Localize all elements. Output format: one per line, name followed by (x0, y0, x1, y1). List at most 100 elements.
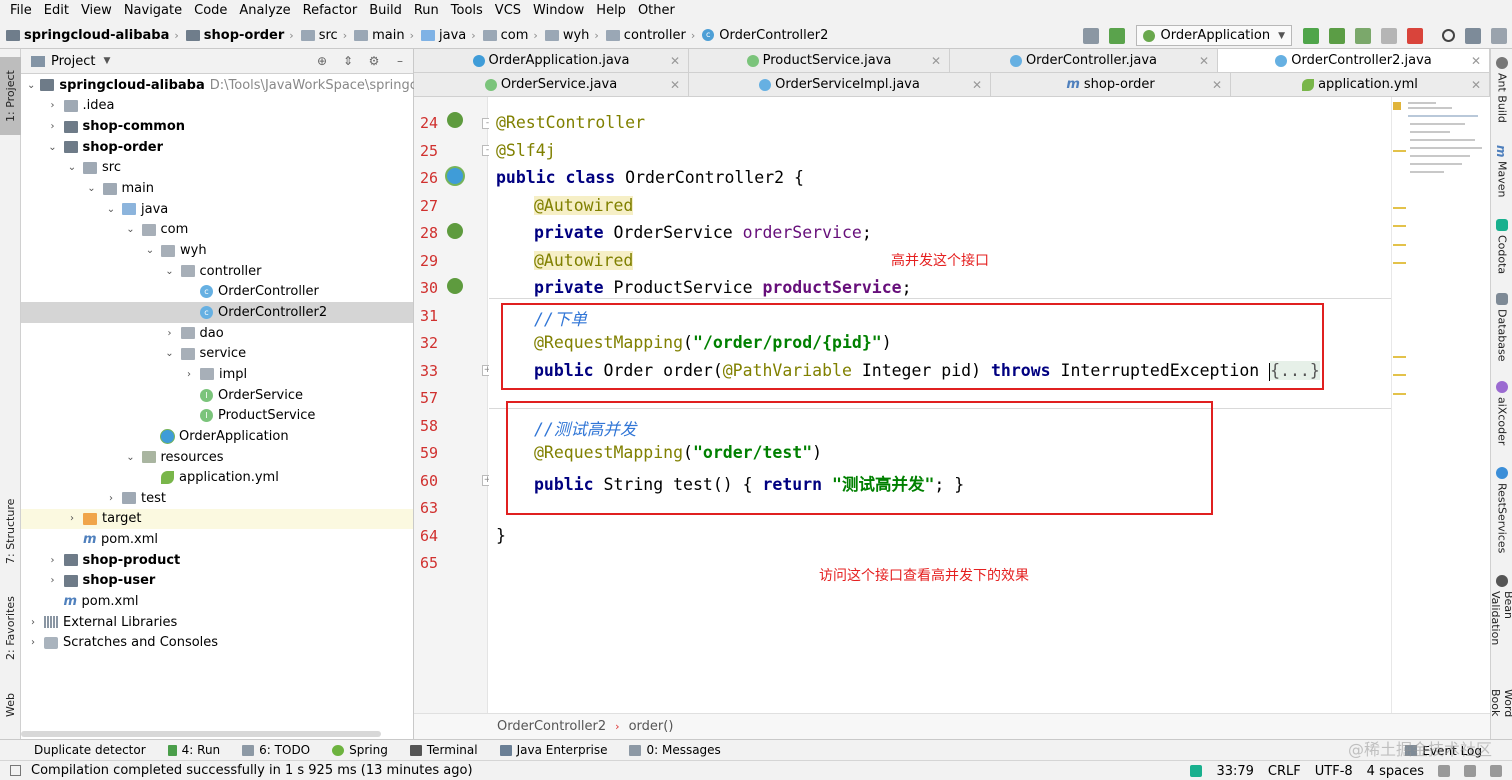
tool-tab-aixcoder[interactable]: aiXcoder (1491, 381, 1512, 451)
tool-tab-web[interactable]: Web (0, 681, 21, 729)
layout-icon[interactable] (1491, 27, 1507, 44)
menu-file[interactable]: File (4, 0, 38, 22)
warning-marker[interactable] (1393, 150, 1406, 152)
warning-marker[interactable] (1393, 356, 1406, 358)
chevron-right-icon[interactable]: › (66, 513, 78, 524)
tool-tab-word-book[interactable]: Word Book (1491, 689, 1512, 737)
tree-item[interactable]: ⌄ java (21, 199, 413, 220)
close-icon[interactable]: ✕ (1471, 54, 1481, 68)
tree-item[interactable]: ⌄ controller (21, 261, 413, 282)
chevron-down-icon[interactable]: ⌄ (27, 80, 35, 91)
tree-item[interactable]: › shop-user (21, 571, 413, 592)
tree-item[interactable]: m pom.xml (21, 591, 413, 612)
nav-crumb-wyh[interactable]: wyh › (544, 28, 604, 43)
tab-ordercontroller2[interactable]: OrderController2.java ✕ (1218, 49, 1490, 73)
build-hammer-icon[interactable] (1109, 27, 1126, 44)
tab-orderservice[interactable]: OrderService.java ✕ (414, 73, 689, 97)
tool-tab-codota[interactable]: Codota (1491, 219, 1512, 279)
project-structure-icon[interactable] (1465, 27, 1481, 44)
menu-window[interactable]: Window (527, 0, 590, 22)
nav-crumb-main[interactable]: main › (354, 28, 419, 43)
warning-marker[interactable] (1393, 244, 1406, 246)
chevron-right-icon[interactable]: › (47, 100, 59, 111)
chevron-right-icon[interactable]: › (105, 493, 117, 504)
tool-tab-project[interactable]: 1: Project (0, 57, 21, 135)
tool-tab-bean-validation[interactable]: Bean Validation (1489, 575, 1512, 675)
collapse-all-icon[interactable]: ⇕ (341, 54, 355, 68)
tool-tab-structure[interactable]: 7: Structure (0, 489, 21, 574)
chevron-down-icon[interactable]: ⌄ (125, 452, 137, 463)
tool-tab-terminal[interactable]: Terminal (409, 743, 478, 757)
tool-tab-run[interactable]: 4: Run (167, 743, 220, 757)
breadcrumb-method[interactable]: order() (629, 719, 674, 734)
warning-marker[interactable] (1393, 393, 1406, 395)
caret-position[interactable]: 33:79 (1216, 764, 1253, 779)
debug-bug-icon[interactable] (1329, 27, 1345, 44)
warning-marker[interactable] (1393, 262, 1406, 264)
tab-application-yml[interactable]: application.yml ✕ (1231, 73, 1490, 97)
menu-run[interactable]: Run (408, 0, 445, 22)
nav-crumb-java[interactable]: java › (420, 28, 481, 43)
chevron-down-icon[interactable]: ⌄ (66, 162, 78, 173)
menu-tools[interactable]: Tools (445, 0, 489, 22)
menu-help[interactable]: Help (590, 0, 632, 22)
gear-icon[interactable]: ⚙ (367, 54, 381, 68)
locate-icon[interactable]: ⊕ (315, 54, 329, 68)
tool-tab-todo[interactable]: 6: TODO (242, 743, 310, 757)
tree-item[interactable]: › .idea (21, 96, 413, 117)
chevron-down-icon[interactable]: ⌄ (144, 245, 156, 256)
tree-item[interactable]: › dao (21, 323, 413, 344)
tool-tab-java-enterprise[interactable]: Java Enterprise (499, 743, 607, 757)
chevron-right-icon[interactable]: › (47, 555, 59, 566)
tab-ordercontroller[interactable]: OrderController.java ✕ (950, 49, 1218, 73)
nav-crumb-controller[interactable]: controller › (605, 28, 700, 43)
profile-icon[interactable] (1381, 27, 1397, 44)
menu-edit[interactable]: Edit (38, 0, 75, 22)
menu-navigate[interactable]: Navigate (118, 0, 188, 22)
tool-tab-favorites[interactable]: 2: Favorites (0, 589, 21, 667)
tree-item[interactable]: c OrderController2 (21, 302, 413, 323)
chevron-right-icon[interactable]: › (47, 575, 59, 586)
search-icon[interactable] (1442, 29, 1455, 42)
warning-marker[interactable] (1393, 225, 1406, 227)
nav-crumb-src[interactable]: src › (300, 28, 352, 43)
tree-item[interactable]: OrderApplication (21, 426, 413, 447)
code-editor[interactable]: @RestController @Slf4j public class Orde… (489, 97, 1490, 713)
run-configuration-select[interactable]: OrderApplication ▼ (1136, 25, 1292, 46)
memory-indicator-icon[interactable] (1490, 765, 1502, 777)
tool-tab-maven[interactable]: m Maven (1491, 145, 1512, 205)
menu-build[interactable]: Build (363, 0, 408, 22)
menu-code[interactable]: Code (188, 0, 233, 22)
warning-marker[interactable] (1393, 374, 1406, 376)
menu-analyze[interactable]: Analyze (233, 0, 296, 22)
horizontal-scrollbar[interactable] (21, 731, 381, 737)
codota-status-icon[interactable] (1190, 765, 1203, 777)
tree-item[interactable]: c OrderController (21, 282, 413, 303)
menu-vcs[interactable]: VCS (489, 0, 527, 22)
coverage-icon[interactable] (1355, 27, 1371, 44)
tool-tab-messages[interactable]: 0: Messages (629, 743, 721, 757)
chevron-down-icon[interactable]: ⌄ (86, 183, 98, 194)
tree-item[interactable]: m pom.xml (21, 529, 413, 550)
tree-item[interactable]: ⌄ wyh (21, 240, 413, 261)
chevron-right-icon[interactable]: › (27, 637, 39, 648)
tree-item[interactable]: I OrderService (21, 385, 413, 406)
git-icon[interactable] (1464, 765, 1476, 777)
close-icon[interactable]: ✕ (670, 78, 680, 92)
menu-other[interactable]: Other (632, 0, 681, 22)
tree-item[interactable]: ⌄ shop-order (21, 137, 413, 158)
tab-productservice[interactable]: ProductService.java ✕ (689, 49, 950, 73)
warning-marker[interactable] (1393, 102, 1401, 110)
chevron-right-icon[interactable]: › (27, 617, 39, 628)
tree-item[interactable]: › Scratches and Consoles (21, 633, 413, 654)
tree-item[interactable]: ⌄ resources (21, 447, 413, 468)
tree-item[interactable]: ⌄ main (21, 178, 413, 199)
terminal-icon[interactable] (1083, 27, 1100, 44)
tab-shop-order-pom[interactable]: m shop-order ✕ (991, 73, 1231, 97)
tree-item[interactable]: I ProductService (21, 405, 413, 426)
tree-item[interactable]: › impl (21, 364, 413, 385)
tool-tab-restservices[interactable]: RestServices (1491, 467, 1512, 557)
tree-item[interactable]: › shop-product (21, 550, 413, 571)
menu-refactor[interactable]: Refactor (297, 0, 364, 22)
rerun-icon[interactable] (1303, 27, 1319, 44)
